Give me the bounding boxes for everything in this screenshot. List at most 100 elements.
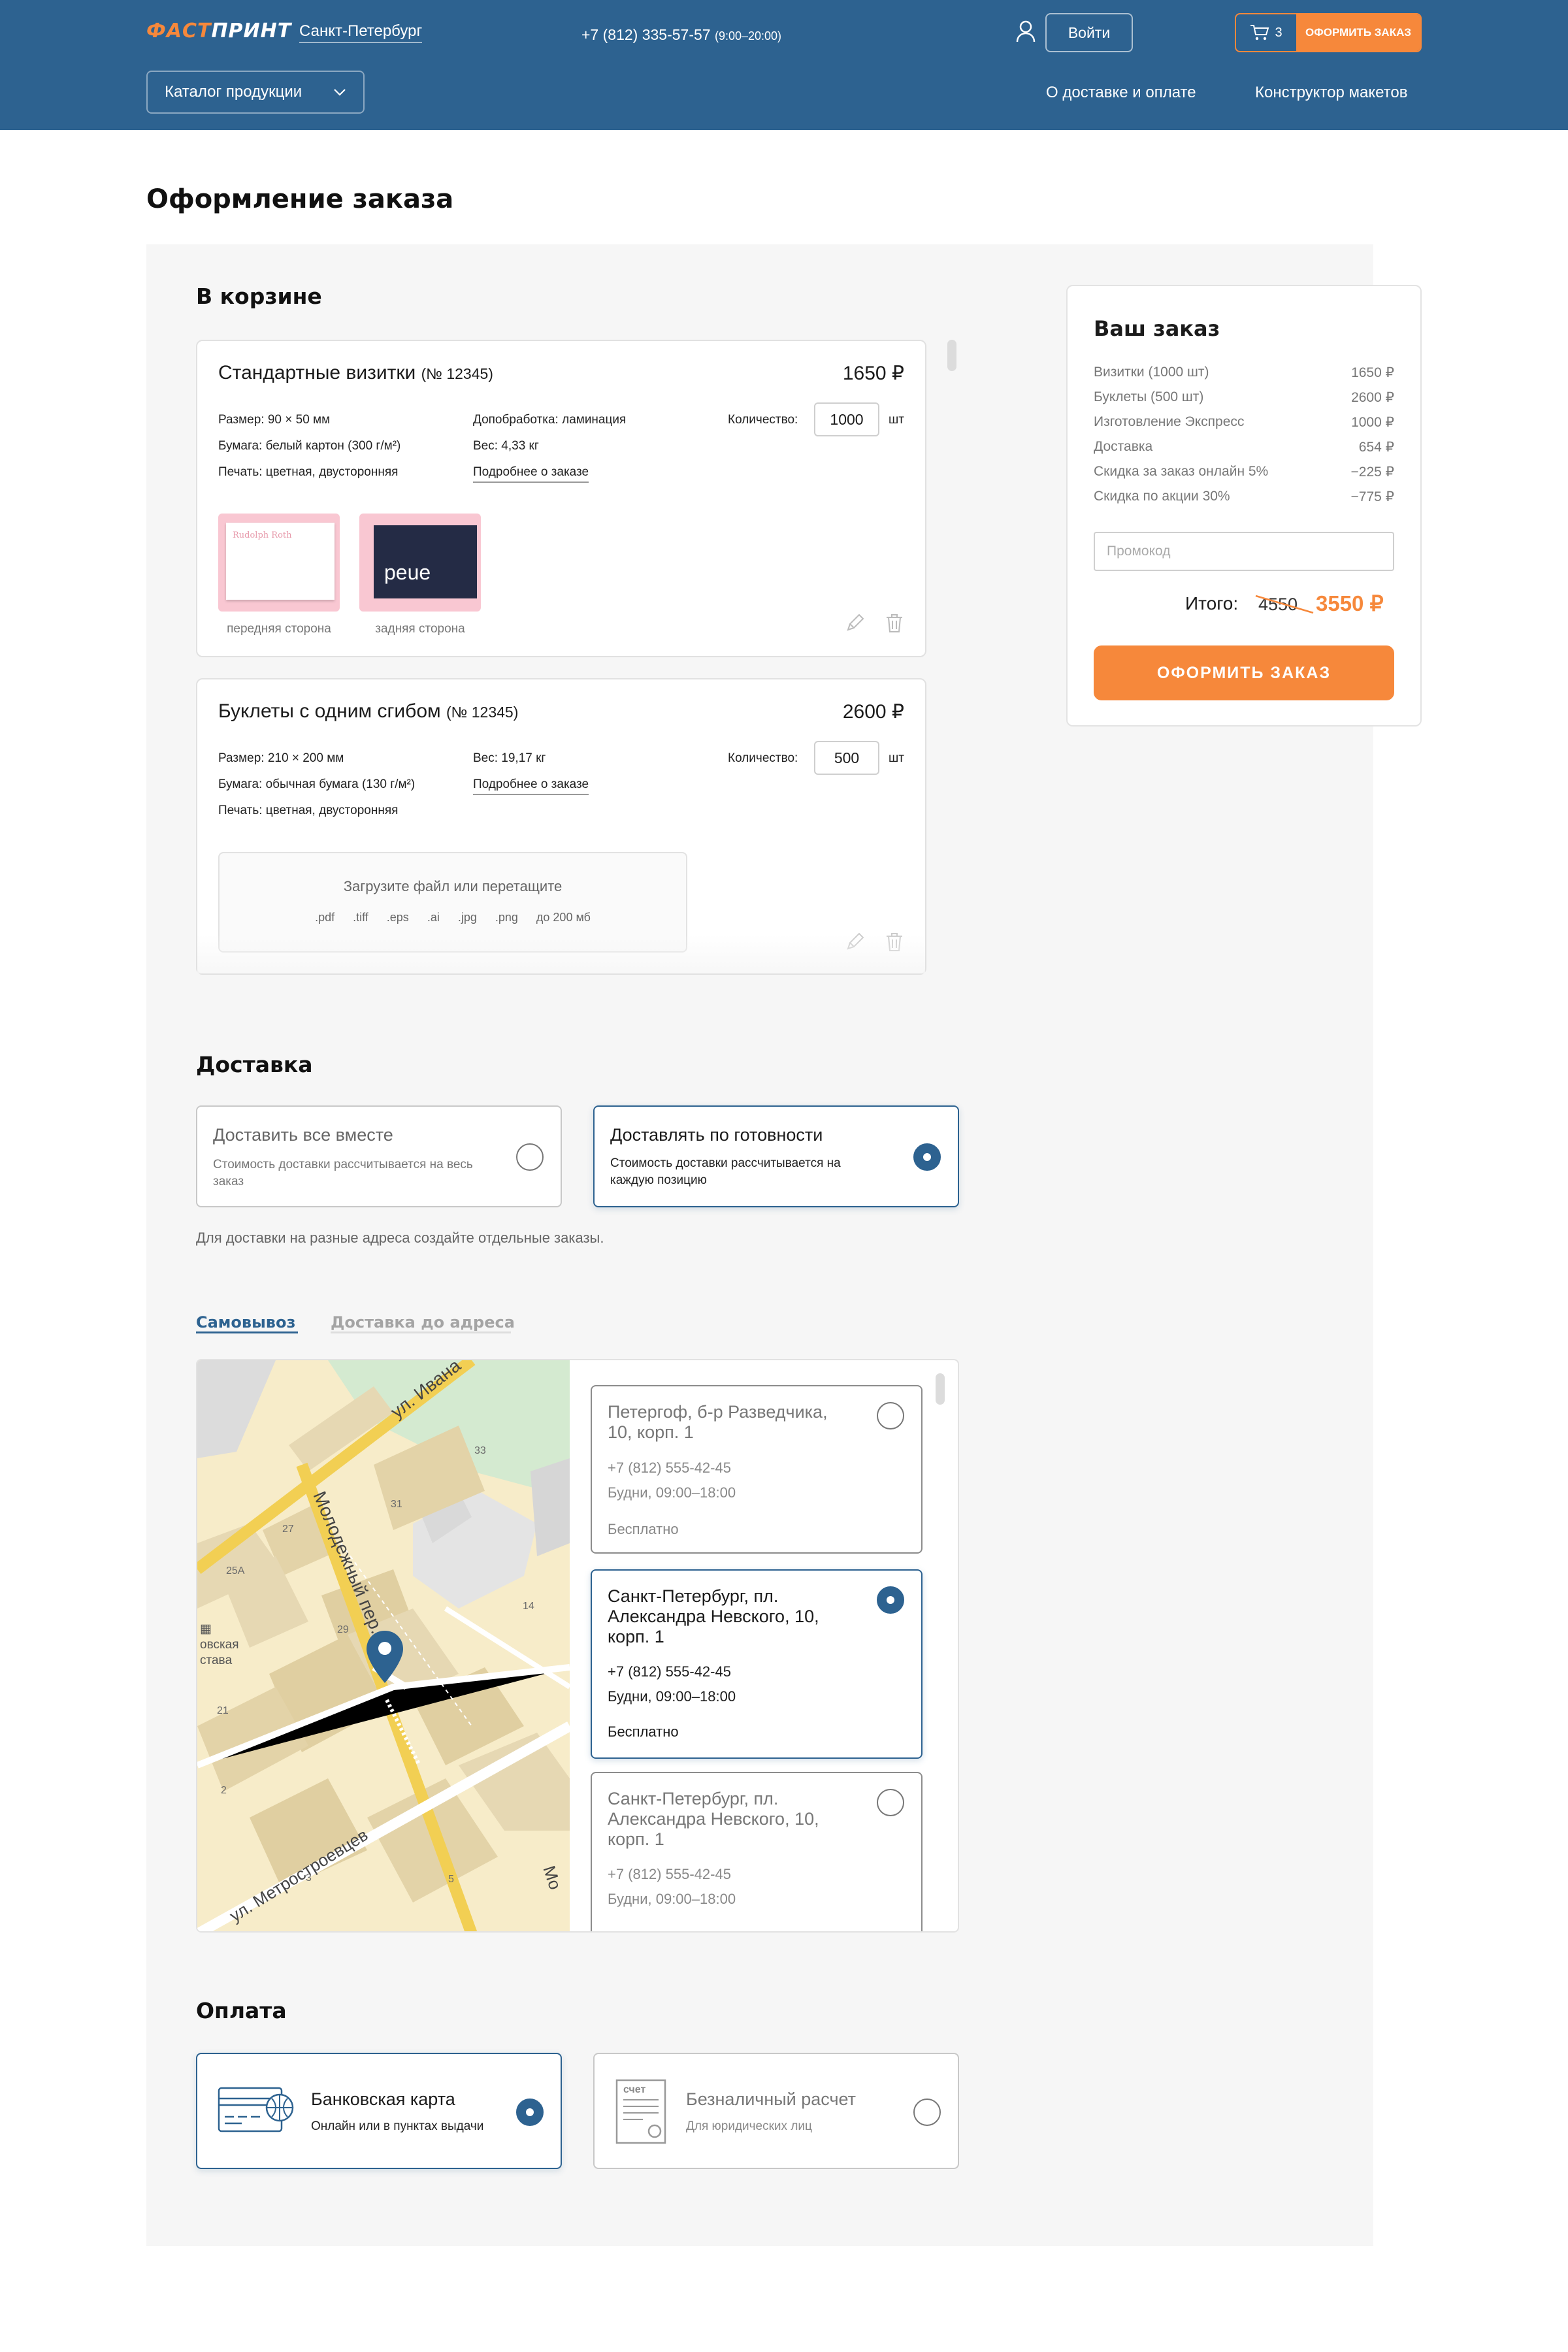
work-hours: (9:00–20:00) xyxy=(714,29,782,42)
pickup-hours: Будни, 09:00–18:00 xyxy=(608,1891,736,1907)
house-number: 3 xyxy=(306,1872,312,1884)
pickup-phone: +7 (812) 555-42-45 xyxy=(608,1866,731,1882)
tab-underline xyxy=(196,1331,298,1333)
nav-layout-constructor[interactable]: Конструктор макетов xyxy=(1255,84,1408,102)
header-checkout-button[interactable]: ОФОРМИТЬ ЗАКАЗ xyxy=(1296,14,1420,51)
order-summary: Ваш заказ Визитки (1000 шт) 1650 ₽ Буклет… xyxy=(1066,285,1422,727)
city-selector[interactable]: Санкт-Петербург xyxy=(299,22,423,43)
product-title: Стандартные визитки (№ 12345) xyxy=(218,362,493,384)
delivery-option-together[interactable]: Доставить все вместе Стоимость доставки … xyxy=(196,1105,562,1207)
product-price: 1650 ₽ xyxy=(842,363,904,384)
page-title: Оформление заказа xyxy=(146,184,454,214)
pickup-point[interactable]: Петергоф, б-р Разведчика, 10, корп. 1 +7… xyxy=(591,1385,923,1554)
site-header: ФАСТПРИНТ Санкт-Петербург +7 (812) 335-5… xyxy=(0,0,1568,130)
quantity-unit: шт xyxy=(889,413,904,427)
cart-scrollbar[interactable] xyxy=(947,340,956,371)
header-phone[interactable]: +7 (812) 335-57-57 (9:00–20:00) xyxy=(581,26,781,44)
radio-button[interactable] xyxy=(877,1402,904,1429)
trash-icon[interactable] xyxy=(885,613,904,634)
radio-button[interactable] xyxy=(913,2099,941,2126)
radio-button-selected[interactable] xyxy=(516,2099,544,2126)
summary-title: Ваш заказ xyxy=(1094,316,1220,341)
spec-weight: Вес: 4,33 кг xyxy=(473,439,539,453)
user-icon[interactable] xyxy=(1015,20,1036,43)
house-number: 21 xyxy=(217,1705,229,1716)
total-price: 3550 ₽ xyxy=(1316,591,1384,615)
map-place-label: ▦ овская ставa xyxy=(200,1622,239,1667)
quantity-unit: шт xyxy=(889,751,904,765)
cart-item: Буклеты с одним сгибом (№ 12345) 2600 ₽ … xyxy=(196,678,926,975)
product-title: Буклеты с одним сгибом (№ 12345) xyxy=(218,700,519,722)
house-number: 33 xyxy=(474,1445,486,1456)
summary-row: Визитки (1000 шт) 1650 ₽ xyxy=(1094,365,1394,380)
pickup-address: Петергоф, б-р Разведчика, 10, корп. 1 xyxy=(608,1402,828,1442)
cart-icon xyxy=(1250,25,1269,41)
option-subtitle: Стоимость доставки рассчитывается на каж… xyxy=(610,1156,841,1187)
spec-paper: Бумага: обычная бумага (130 г/м²) xyxy=(218,777,416,791)
promo-code-input[interactable]: Промокод xyxy=(1094,532,1394,571)
order-details-link[interactable]: Подробнее о заказе xyxy=(473,777,589,795)
map-pin-icon[interactable] xyxy=(365,1629,405,1684)
pickup-cost: Бесплатно xyxy=(608,1521,679,1537)
option-title: Доставить все вместе xyxy=(213,1125,393,1145)
delivery-option-ready[interactable]: Доставлять по готовности Стоимость доста… xyxy=(593,1105,959,1207)
map[interactable]: ул. Ивана Молодежный пер. ул. Метрострое… xyxy=(197,1360,570,1931)
place-order-button[interactable]: ОФОРМИТЬ ЗАКАЗ xyxy=(1094,645,1394,700)
edit-icon[interactable] xyxy=(844,613,865,634)
house-number: 27 xyxy=(282,1524,294,1535)
summary-row: Изготовление Экспресс 1000 ₽ xyxy=(1094,414,1394,430)
payment-option-card[interactable]: Банковская карта Онлайн или в пунктах вы… xyxy=(196,2053,562,2169)
house-number: 31 xyxy=(391,1499,402,1510)
pickup-phone: +7 (812) 555-42-45 xyxy=(608,1460,731,1476)
cart-button[interactable]: 3 xyxy=(1236,14,1296,51)
option-title: Банковская карта xyxy=(311,2089,455,2109)
option-subtitle: Онлайн или в пунктах выдачи xyxy=(311,2119,484,2133)
summary-row: Скидка по акции 30% −775 ₽ xyxy=(1094,489,1394,504)
upload-text: Загрузите файл или перетащите xyxy=(343,878,563,894)
summary-row: Скидка за заказ онлайн 5% −225 ₽ xyxy=(1094,464,1394,480)
spec-paper: Бумага: белый картон (300 г/м²) xyxy=(218,439,401,453)
logo[interactable]: ФАСТПРИНТ xyxy=(146,20,291,42)
quantity-input[interactable]: 1000 xyxy=(814,402,879,436)
upload-formats: .pdf .tiff .eps .ai .jpg .png до 200 мб xyxy=(315,911,591,924)
quantity-label: Количество: xyxy=(728,751,798,765)
tab-underline xyxy=(331,1331,511,1333)
house-number: 2 xyxy=(221,1785,227,1796)
pickup-panel: ул. Ивана Молодежный пер. ул. Метрострое… xyxy=(196,1359,959,1933)
radio-button-selected[interactable] xyxy=(913,1143,941,1171)
catalog-label: Каталог продукции xyxy=(165,83,302,101)
pickup-scrollbar[interactable] xyxy=(936,1373,945,1405)
order-details-link[interactable]: Подробнее о заказе xyxy=(473,465,589,483)
radio-button-selected[interactable] xyxy=(877,1586,904,1614)
quantity-label: Количество: xyxy=(728,413,798,427)
spec-print: Печать: цветная, двусторонняя xyxy=(218,804,399,817)
option-subtitle: Для юридических лиц xyxy=(686,2119,812,2133)
pickup-point-selected[interactable]: Санкт-Петербург, пл. Александра Невского… xyxy=(591,1569,923,1759)
quantity-input[interactable]: 500 xyxy=(814,741,879,775)
tab-address-delivery[interactable]: Доставка до адреса xyxy=(331,1313,515,1331)
radio-button[interactable] xyxy=(877,1789,904,1816)
house-number: 29 xyxy=(337,1624,349,1635)
card-name-text: Rudolph Roth xyxy=(233,531,292,540)
total-label: Итого: xyxy=(1185,593,1239,613)
summary-row: Буклеты (500 шт) 2600 ₽ xyxy=(1094,389,1394,405)
spec-weight: Вес: 19,17 кг xyxy=(473,751,546,765)
option-title: Доставлять по готовности xyxy=(610,1125,823,1145)
spec-size: Размер: 90 × 50 мм xyxy=(218,413,331,427)
house-number: 14 xyxy=(523,1601,534,1612)
chevron-down-icon xyxy=(334,89,346,96)
front-preview[interactable]: Rudolph Roth xyxy=(218,514,340,612)
old-total: 4550 xyxy=(1255,595,1314,615)
header-cart[interactable]: 3 ОФОРМИТЬ ЗАКАЗ xyxy=(1235,13,1422,52)
pickup-hours: Будни, 09:00–18:00 xyxy=(608,1688,736,1705)
pickup-point[interactable]: Санкт-Петербург, пл. Александра Невского… xyxy=(591,1772,923,1931)
pickup-hours: Будни, 09:00–18:00 xyxy=(608,1484,736,1501)
back-preview[interactable]: peue xyxy=(359,514,481,612)
catalog-dropdown[interactable]: Каталог продукции xyxy=(146,71,365,114)
login-button[interactable]: Войти xyxy=(1045,13,1133,52)
spec-size: Размер: 210 × 200 мм xyxy=(218,751,344,765)
payment-option-invoice[interactable]: счет Безналичный расчет Для юридических … xyxy=(593,2053,959,2169)
radio-button[interactable] xyxy=(516,1143,544,1171)
tab-pickup[interactable]: Самовывоз xyxy=(196,1313,295,1331)
nav-delivery-payment[interactable]: О доставке и оплате xyxy=(1046,84,1196,102)
